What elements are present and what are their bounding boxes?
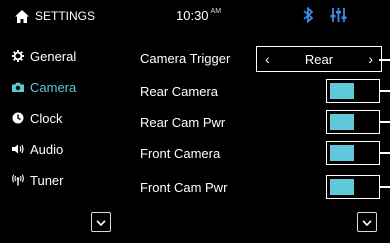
speaker-icon — [12, 143, 24, 155]
bluetooth-icon[interactable] — [302, 6, 314, 24]
toggle-fill — [330, 83, 354, 99]
sidebar-item-audio[interactable]: Audio — [12, 138, 63, 160]
camera-trigger-label: Camera Trigger — [140, 51, 231, 66]
toggle-fill — [330, 179, 354, 195]
front-camera-label: Front Camera — [140, 146, 221, 161]
toggle-fill — [330, 145, 354, 161]
sidebar-scroll-down-button[interactable] — [91, 212, 111, 232]
divider-tick — [379, 121, 390, 123]
page-title: SETTINGS — [35, 9, 96, 23]
divider-tick — [379, 152, 390, 154]
camera-trigger-selector[interactable]: ‹ Rear › — [256, 46, 382, 72]
chevron-right-icon[interactable]: › — [368, 52, 373, 66]
divider-tick — [379, 90, 390, 92]
chevron-down-icon — [362, 213, 372, 231]
sidebar-item-clock[interactable]: Clock — [12, 107, 63, 129]
front-cam-pwr-label: Front Cam Pwr — [140, 180, 228, 195]
sidebar-item-label: Tuner — [30, 172, 64, 188]
sidebar-item-label: Clock — [30, 110, 63, 126]
sidebar-item-tuner[interactable]: Tuner — [12, 169, 63, 191]
status-bar: SETTINGS 10:30 AM — [0, 0, 390, 32]
toggle-fill — [330, 114, 354, 130]
camera-icon — [12, 81, 24, 93]
clock-icon — [12, 112, 24, 124]
camera-trigger-value: Rear — [304, 51, 334, 67]
clock-ampm: AM — [210, 8, 222, 15]
divider-tick — [379, 186, 390, 188]
rear-cam-pwr-label: Rear Cam Pwr — [140, 115, 226, 130]
sidebar-item-camera[interactable]: Camera — [12, 76, 76, 98]
front-cam-pwr-toggle[interactable] — [326, 175, 380, 199]
rear-camera-label: Rear Camera — [140, 84, 219, 99]
chevron-left-icon[interactable]: ‹ — [265, 52, 270, 66]
front-camera-toggle[interactable] — [326, 141, 380, 165]
home-icon[interactable] — [15, 10, 29, 23]
sidebar-item-label: General — [30, 48, 77, 64]
clock-readout: 10:30 AM — [176, 8, 221, 23]
equalizer-icon[interactable] — [330, 7, 347, 23]
sidebar-item-label: Audio — [30, 141, 64, 157]
chevron-down-icon — [96, 213, 106, 231]
rear-camera-toggle[interactable] — [326, 79, 380, 103]
settings-scroll-down-button[interactable] — [357, 212, 377, 232]
clock-time: 10:30 — [176, 8, 209, 23]
sidebar-item-general[interactable]: General — [12, 45, 76, 67]
antenna-icon — [12, 174, 24, 186]
gear-icon — [12, 50, 24, 62]
sidebar-item-label: Camera — [30, 79, 77, 95]
rear-cam-pwr-toggle[interactable] — [326, 110, 380, 134]
divider-tick — [379, 59, 390, 61]
